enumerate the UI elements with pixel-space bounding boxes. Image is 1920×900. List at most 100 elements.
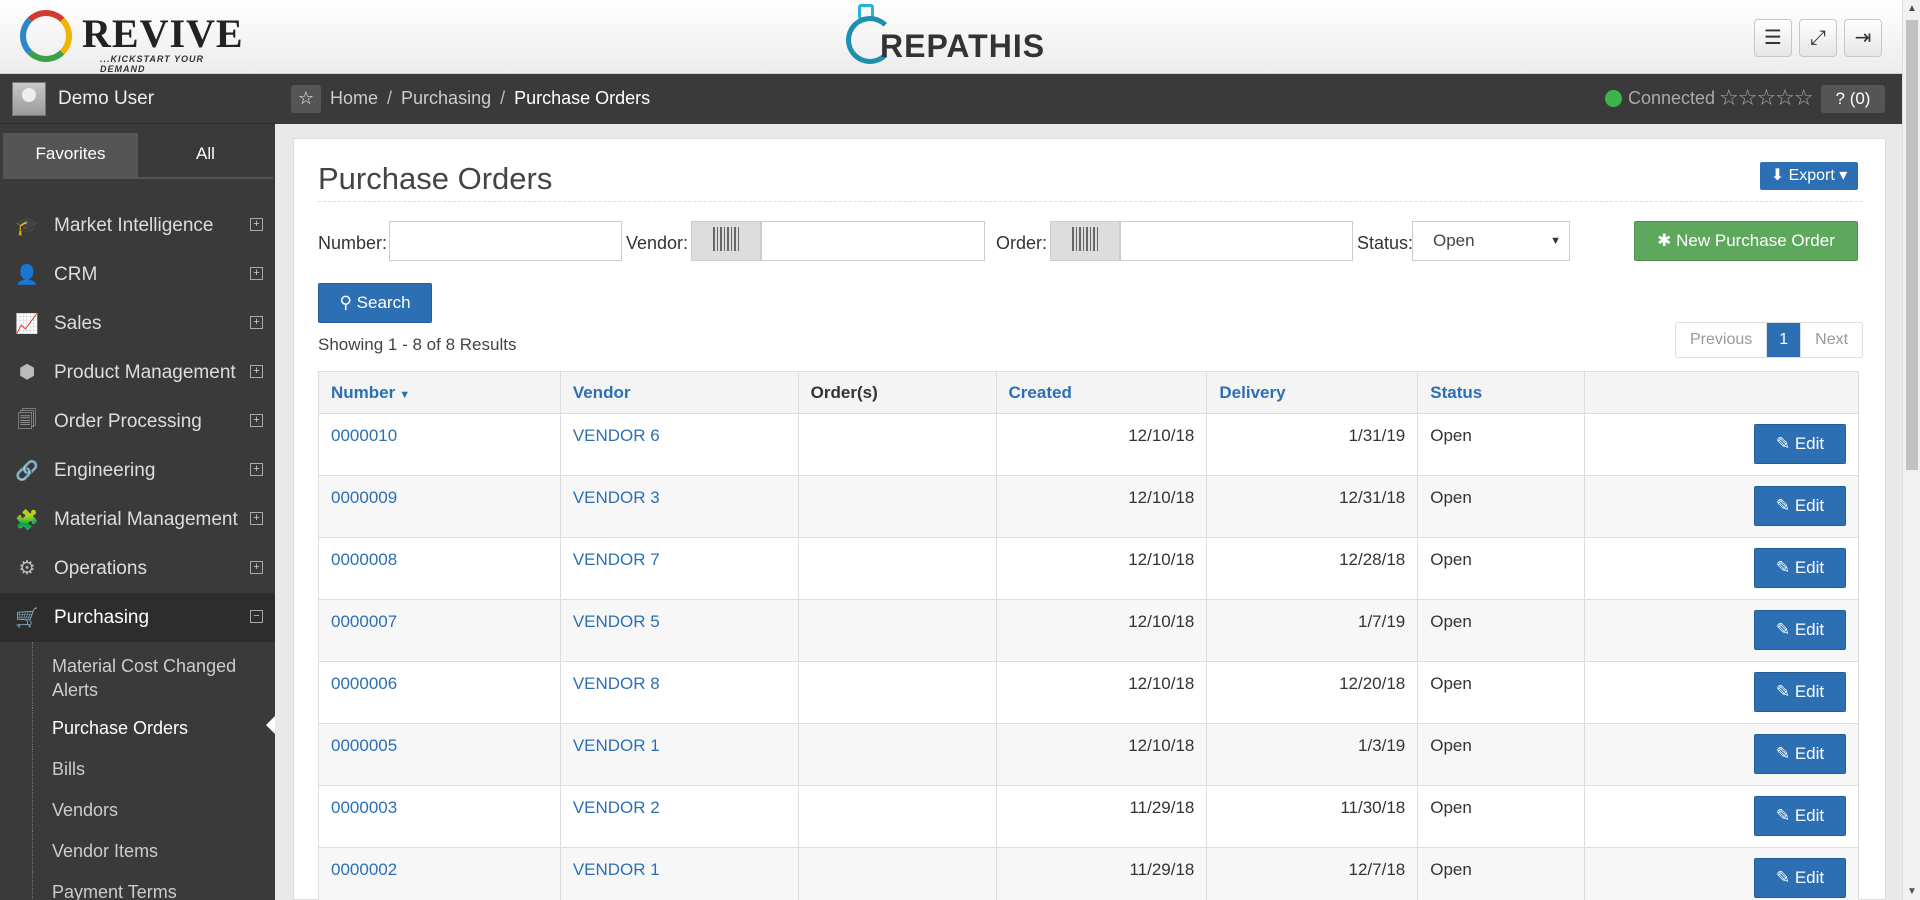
- number-input[interactable]: [389, 221, 622, 261]
- sidebar-item-material-management[interactable]: 🧩 Material Management +: [0, 495, 275, 544]
- sidebar-subitem-vendor-items[interactable]: Vendor Items: [0, 831, 275, 872]
- sidebar-subitem-payment-terms[interactable]: Payment Terms: [0, 872, 275, 900]
- edit-label: Edit: [1794, 744, 1825, 763]
- column-header-number[interactable]: Number ▼: [318, 371, 561, 414]
- edit-button[interactable]: ✎ Edit: [1754, 424, 1846, 464]
- vendor-link[interactable]: VENDOR 8: [559, 661, 799, 724]
- status-cell: Open: [1417, 723, 1586, 786]
- expand-icon[interactable]: +: [250, 512, 263, 525]
- po-number-link[interactable]: 0000006: [318, 661, 561, 724]
- column-header-created[interactable]: Created: [995, 371, 1208, 414]
- expand-icon[interactable]: +: [250, 365, 263, 378]
- sidebar-subitem-material-cost-alerts[interactable]: Material Cost Changed Alerts: [0, 642, 250, 708]
- pagination-next[interactable]: Next: [1801, 323, 1862, 357]
- vendor-link[interactable]: VENDOR 3: [559, 475, 799, 538]
- sidebar-item-engineering[interactable]: 🔗 Engineering +: [0, 446, 275, 495]
- new-purchase-order-button[interactable]: ✱ New Purchase Order: [1634, 221, 1858, 261]
- sidebar-item-label: Material Management: [54, 508, 238, 530]
- pagination-previous[interactable]: Previous: [1676, 323, 1768, 357]
- sidebar-item-product-management[interactable]: ⬢ Product Management +: [0, 348, 275, 397]
- edit-button[interactable]: ✎ Edit: [1754, 672, 1846, 712]
- pagination-page-1[interactable]: 1: [1767, 323, 1802, 357]
- sidebar-item-sales[interactable]: 📈 Sales +: [0, 299, 275, 348]
- page-scrollbar[interactable]: ▲ ▼: [1902, 0, 1920, 900]
- status-select[interactable]: Open ▼: [1412, 221, 1570, 261]
- column-header-vendor[interactable]: Vendor: [559, 371, 799, 414]
- sidebar-subitem-vendors[interactable]: Vendors: [0, 790, 275, 831]
- po-number-link[interactable]: 0000005: [318, 723, 561, 786]
- edit-button[interactable]: ✎ Edit: [1754, 486, 1846, 526]
- column-header-delivery[interactable]: Delivery: [1206, 371, 1419, 414]
- expand-icon[interactable]: +: [250, 561, 263, 574]
- breadcrumb-separator: /: [500, 88, 506, 108]
- po-number-link[interactable]: 0000003: [318, 785, 561, 848]
- vendor-barcode-button[interactable]: [691, 221, 761, 261]
- tab-favorites[interactable]: Favorites: [3, 133, 138, 177]
- menu-toggle-button[interactable]: ☰: [1754, 19, 1792, 57]
- expand-icon[interactable]: +: [250, 218, 263, 231]
- order-input[interactable]: [1120, 221, 1353, 261]
- edit-button[interactable]: ✎ Edit: [1754, 548, 1846, 588]
- export-button[interactable]: ⬇ Export ▾: [1760, 162, 1858, 190]
- edit-button[interactable]: ✎ Edit: [1754, 858, 1846, 898]
- vendor-link[interactable]: VENDOR 5: [559, 599, 799, 662]
- expand-icon[interactable]: +: [250, 463, 263, 476]
- search-button[interactable]: ⚲ Search: [318, 283, 432, 323]
- sidebar-item-crm[interactable]: 👤 CRM +: [0, 250, 275, 299]
- po-number-link[interactable]: 0000009: [318, 475, 561, 538]
- help-button[interactable]: ? (0): [1821, 85, 1885, 113]
- sidebar-item-operations[interactable]: ⚙ Operations +: [0, 544, 275, 593]
- breadcrumb-bar: ☆ Home / Purchasing / Purchase Orders Connec…: [275, 74, 1902, 124]
- scroll-down-arrow-icon[interactable]: ▼: [1903, 886, 1920, 897]
- active-caret-icon: [266, 716, 275, 734]
- documents-icon: 🗐: [17, 409, 37, 431]
- po-number-link[interactable]: 0000002: [318, 847, 561, 900]
- avatar: [12, 81, 46, 116]
- repathis-logo-text: REPATHIS: [880, 28, 1046, 64]
- actions-cell: ✎ Edit: [1584, 661, 1859, 724]
- edit-button[interactable]: ✎ Edit: [1754, 610, 1846, 650]
- expand-icon[interactable]: +: [250, 414, 263, 427]
- new-purchase-order-label: New Purchase Order: [1676, 231, 1835, 250]
- expand-icon[interactable]: +: [250, 267, 263, 280]
- graduation-cap-icon: 🎓: [15, 215, 39, 237]
- fullscreen-button[interactable]: ⤢: [1799, 19, 1837, 57]
- user-profile[interactable]: Demo User: [0, 74, 275, 124]
- collapse-icon[interactable]: −: [250, 610, 263, 623]
- breadcrumb-home[interactable]: Home: [330, 88, 378, 108]
- vendor-input[interactable]: [761, 221, 985, 261]
- po-number-link[interactable]: 0000010: [318, 413, 561, 476]
- sidebar-item-market-intelligence[interactable]: 🎓 Market Intelligence +: [0, 201, 275, 250]
- expand-icon[interactable]: +: [250, 316, 263, 329]
- column-header-status[interactable]: Status: [1417, 371, 1586, 414]
- tab-all[interactable]: All: [138, 133, 273, 177]
- vendor-link[interactable]: VENDOR 2: [559, 785, 799, 848]
- po-number-link[interactable]: 0000008: [318, 537, 561, 600]
- vendor-link[interactable]: VENDOR 7: [559, 537, 799, 600]
- sidebar-item-label: Order Processing: [54, 410, 202, 432]
- scroll-up-arrow-icon[interactable]: ▲: [1903, 3, 1920, 14]
- pencil-icon: ✎: [1775, 744, 1795, 763]
- order-barcode-button[interactable]: [1050, 221, 1120, 261]
- sidebar-tabs: Favorites All: [3, 133, 273, 179]
- vendor-link[interactable]: VENDOR 1: [559, 723, 799, 786]
- sidebar-subitem-purchase-orders[interactable]: Purchase Orders: [0, 708, 275, 749]
- vendor-link[interactable]: VENDOR 1: [559, 847, 799, 900]
- actions-cell: ✎ Edit: [1584, 785, 1859, 848]
- status-cell: Open: [1417, 847, 1586, 900]
- sidebar-subitem-bills[interactable]: Bills: [0, 749, 275, 790]
- logout-button[interactable]: ⇥: [1844, 19, 1882, 57]
- edit-button[interactable]: ✎ Edit: [1754, 796, 1846, 836]
- po-number-link[interactable]: 0000007: [318, 599, 561, 662]
- status-cell: Open: [1417, 413, 1586, 476]
- sidebar: Demo User Favorites All 🎓 Market Intelli…: [0, 74, 275, 900]
- breadcrumb-purchasing[interactable]: Purchasing: [401, 88, 491, 108]
- scrollbar-thumb[interactable]: [1906, 20, 1918, 470]
- revive-logo[interactable]: REVIVE ...KICKSTART YOUR DEMAND: [16, 4, 246, 74]
- edit-button[interactable]: ✎ Edit: [1754, 734, 1846, 774]
- rating-stars[interactable]: ☆☆☆☆☆: [1719, 85, 1814, 111]
- favorite-star-button[interactable]: ☆: [291, 85, 321, 113]
- vendor-link[interactable]: VENDOR 6: [559, 413, 799, 476]
- sidebar-item-order-processing[interactable]: 🗐 Order Processing +: [0, 397, 275, 446]
- sidebar-item-purchasing[interactable]: 🛒 Purchasing −: [0, 593, 275, 642]
